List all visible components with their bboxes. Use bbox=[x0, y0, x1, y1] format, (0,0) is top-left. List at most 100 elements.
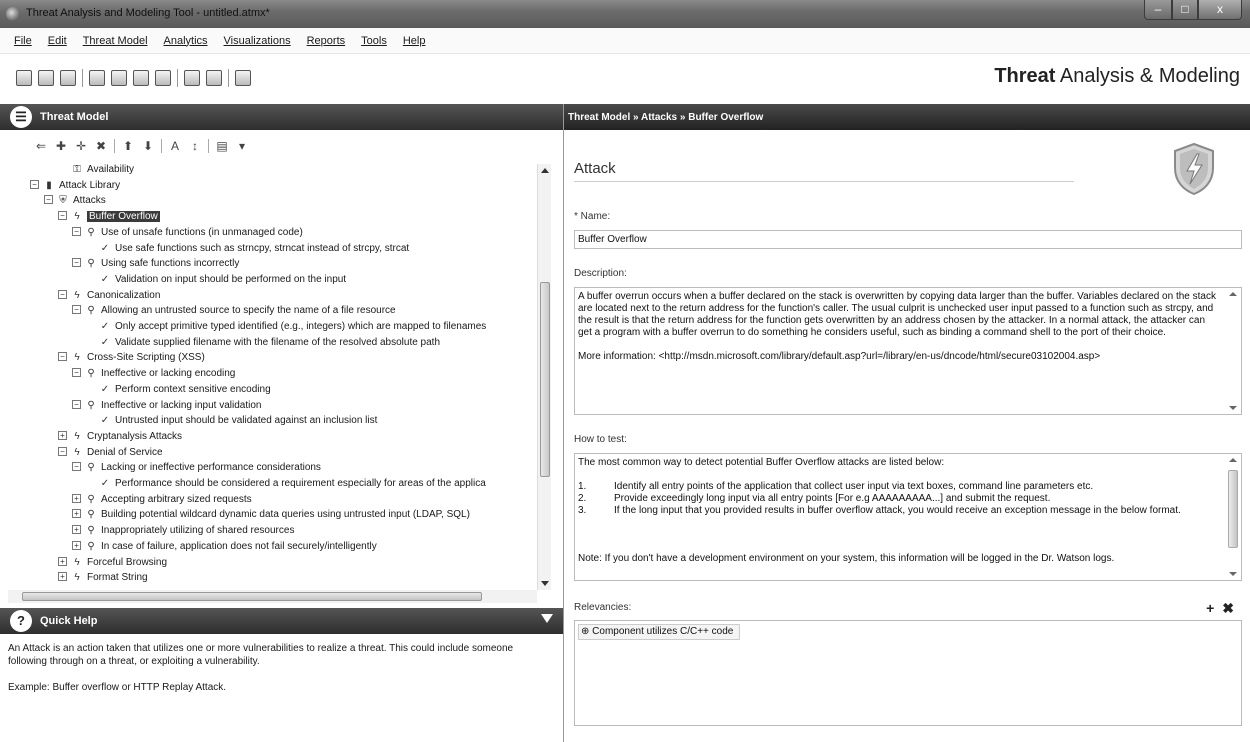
collapse-icon[interactable]: − bbox=[72, 368, 81, 378]
analytics-icon[interactable] bbox=[184, 70, 200, 86]
tree-node[interactable]: − ⚲ Ineffective or lacking input validatio… bbox=[72, 398, 261, 413]
view-options-icon[interactable]: ▤ bbox=[215, 139, 229, 153]
collapse-icon[interactable]: − bbox=[58, 446, 67, 456]
collapse-icon[interactable]: − bbox=[58, 211, 67, 221]
relevancy-item[interactable]: ⊕ Component utilizes C/C++ code bbox=[578, 624, 741, 640]
tree-node[interactable]: − ⚲ Allowing an untrusted source to specif… bbox=[72, 303, 396, 318]
tree-node[interactable]: − ϟ Buffer Overflow bbox=[58, 209, 160, 224]
tree-node[interactable]: ⚿ Availability bbox=[58, 162, 134, 177]
expand-icon[interactable]: + bbox=[58, 572, 67, 582]
maximize-button[interactable]: □ bbox=[1172, 0, 1198, 20]
scroll-up-icon[interactable] bbox=[541, 168, 549, 173]
refresh-icon[interactable] bbox=[155, 70, 171, 86]
collapse-icon[interactable] bbox=[541, 614, 553, 623]
add-child-icon[interactable]: ✛ bbox=[74, 139, 88, 153]
page-title: Attack bbox=[574, 160, 616, 177]
move-up-icon[interactable]: ⬆ bbox=[121, 139, 135, 153]
tree-node[interactable]: ✓ Performance should be considered a requ… bbox=[86, 476, 486, 491]
scroll-down-icon[interactable] bbox=[541, 581, 549, 586]
collapse-icon[interactable]: − bbox=[44, 195, 53, 205]
quick-help-header[interactable]: ? Quick Help bbox=[0, 608, 563, 634]
tree-node[interactable]: − ⚲ Ineffective or lacking encoding bbox=[72, 366, 235, 381]
menu-edit[interactable]: Edit bbox=[48, 35, 67, 47]
tree-node[interactable]: ✓ Perform context sensitive encoding bbox=[86, 382, 271, 397]
scroll-up-icon[interactable] bbox=[1229, 458, 1237, 462]
expand-icon[interactable]: + bbox=[72, 540, 81, 550]
sort-az-icon[interactable]: A bbox=[168, 139, 182, 153]
expand-icon[interactable]: + bbox=[58, 430, 67, 440]
collapse-icon[interactable]: − bbox=[72, 258, 81, 268]
tree-node[interactable]: + ϟ Cryptanalysis Attacks bbox=[58, 429, 182, 444]
tree-node[interactable]: + ⚲ Accepting arbitrary sized requests bbox=[72, 492, 252, 507]
menu-tools[interactable]: Tools bbox=[361, 35, 387, 47]
tree-node[interactable]: − ϟ Denial of Service bbox=[58, 445, 163, 460]
how-to-test-field[interactable]: The most common way to detect potential … bbox=[574, 453, 1242, 581]
help-icon[interactable] bbox=[235, 70, 251, 86]
back-icon[interactable]: ⇐ bbox=[34, 139, 48, 153]
tree-node[interactable]: ✓ Only accept primitive typed identified … bbox=[86, 319, 487, 334]
description-field[interactable]: A buffer overrun occurs when a buffer de… bbox=[574, 287, 1242, 415]
tree-node[interactable]: ✓ Validation on input should be performed… bbox=[86, 272, 346, 287]
tree-node[interactable]: − ⚲ Use of unsafe functions (in unmanaged … bbox=[72, 225, 303, 240]
sort-custom-icon[interactable]: ↕ bbox=[188, 139, 202, 153]
menu-reports[interactable]: Reports bbox=[307, 35, 346, 47]
collapse-icon[interactable]: − bbox=[72, 399, 81, 409]
collapse-icon[interactable]: − bbox=[72, 305, 81, 315]
collapse-icon[interactable]: − bbox=[30, 179, 39, 189]
expand-icon[interactable]: + bbox=[58, 556, 67, 566]
open-icon[interactable] bbox=[38, 70, 54, 86]
tree-node[interactable]: − ⚲ Lacking or ineffective performance con… bbox=[72, 460, 321, 475]
tree-node[interactable]: − ϟ Cross-Site Scripting (XSS) bbox=[58, 350, 205, 365]
tree-node[interactable]: − ▮ Attack Library bbox=[30, 178, 120, 193]
expand-icon[interactable]: + bbox=[72, 493, 81, 503]
tree-node[interactable]: − ⚲ Using safe functions incorrectly bbox=[72, 256, 239, 271]
menu-visualizations[interactable]: Visualizations bbox=[224, 35, 291, 47]
menu-file[interactable]: File bbox=[14, 35, 32, 47]
menu-analytics[interactable]: Analytics bbox=[164, 35, 208, 47]
new-icon[interactable] bbox=[16, 70, 32, 86]
description-scrollbar[interactable] bbox=[1227, 290, 1239, 412]
visualize-icon[interactable] bbox=[206, 70, 222, 86]
how-to-test-scrollbar[interactable] bbox=[1227, 456, 1239, 578]
name-field[interactable]: Buffer Overflow bbox=[574, 230, 1242, 249]
report-icon[interactable] bbox=[133, 70, 149, 86]
tree-node[interactable]: ✓ Use safe functions such as strncpy, str… bbox=[86, 241, 409, 256]
collapse-icon[interactable]: − bbox=[58, 289, 67, 299]
scroll-thumb[interactable] bbox=[22, 592, 482, 601]
import-icon[interactable] bbox=[89, 70, 105, 86]
add-relevancy-button[interactable]: + bbox=[1206, 600, 1214, 616]
tree-node[interactable]: + ϟ Format String bbox=[58, 570, 148, 585]
menu-threat-model[interactable]: Threat Model bbox=[83, 35, 148, 47]
menu-help[interactable]: Help bbox=[403, 35, 426, 47]
tree-node[interactable]: ✓ Validate supplied filename with the fil… bbox=[86, 335, 440, 350]
collapse-icon[interactable]: − bbox=[58, 352, 67, 362]
scroll-up-icon[interactable] bbox=[1229, 292, 1237, 296]
save-icon[interactable] bbox=[60, 70, 76, 86]
tree-node[interactable]: − ϟ Canonicalization bbox=[58, 288, 160, 303]
scroll-thumb[interactable] bbox=[1228, 470, 1238, 548]
tree-node[interactable]: ✓ Untrusted input should be validated aga… bbox=[86, 413, 378, 428]
scroll-thumb[interactable] bbox=[540, 282, 550, 477]
expand-icon[interactable]: + bbox=[72, 509, 81, 519]
scroll-down-icon[interactable] bbox=[1229, 406, 1237, 410]
export-icon[interactable] bbox=[111, 70, 127, 86]
collapse-icon[interactable]: − bbox=[72, 462, 81, 472]
expand-icon[interactable]: + bbox=[72, 525, 81, 535]
close-button[interactable]: x bbox=[1198, 0, 1242, 20]
remove-relevancy-button[interactable]: ✖ bbox=[1222, 600, 1234, 616]
add-node-icon[interactable]: ✚ bbox=[54, 139, 68, 153]
chevron-down-icon[interactable]: ▾ bbox=[235, 139, 249, 153]
scroll-down-icon[interactable] bbox=[1229, 572, 1237, 576]
move-down-icon[interactable]: ⬇ bbox=[141, 139, 155, 153]
tree-node[interactable]: + ⚲ Building potential wildcard dynamic da… bbox=[72, 507, 470, 522]
minimize-button[interactable]: – bbox=[1144, 0, 1172, 20]
collapse-icon[interactable]: − bbox=[72, 226, 81, 236]
tree-node[interactable]: + ⚲ In case of failure, application does n… bbox=[72, 539, 377, 554]
tree-horizontal-scrollbar[interactable] bbox=[8, 590, 537, 603]
delete-icon[interactable]: ✖ bbox=[94, 139, 108, 153]
tree-vertical-scrollbar[interactable] bbox=[537, 164, 551, 590]
relevancies-list[interactable]: ⊕ Component utilizes C/C++ code bbox=[574, 620, 1242, 726]
tree-node[interactable]: + ⚲ Inappropriately utilizing of shared re… bbox=[72, 523, 294, 538]
tree-node[interactable]: + ϟ Forceful Browsing bbox=[58, 555, 167, 570]
tree-node[interactable]: − ⛨ Attacks bbox=[44, 193, 106, 208]
